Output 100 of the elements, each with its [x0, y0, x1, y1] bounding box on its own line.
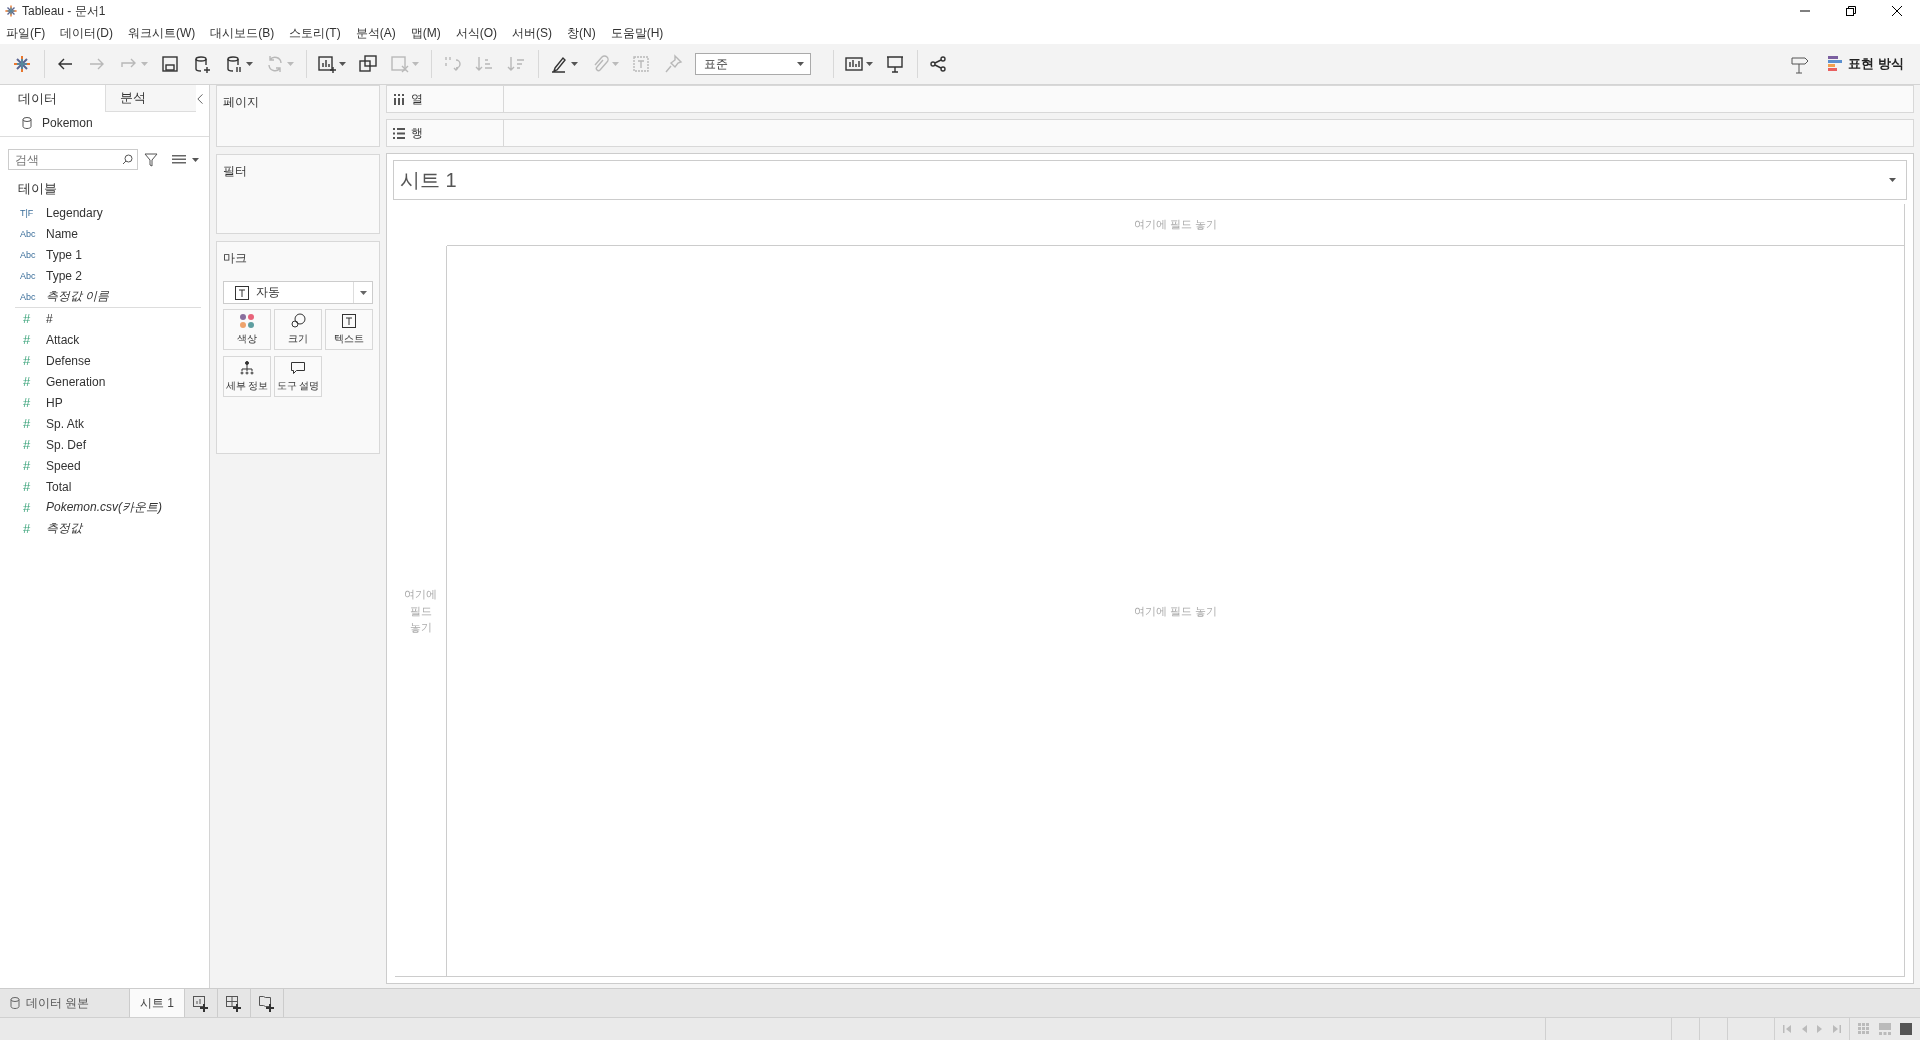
- field-name[interactable]: HP: [46, 395, 63, 410]
- menu-item[interactable]: 분석(A): [355, 24, 396, 42]
- field-name[interactable]: 측정값 이름: [46, 288, 110, 305]
- mark-type-dropdown[interactable]: 자동: [223, 281, 373, 304]
- menu-item[interactable]: 맵(M): [410, 24, 441, 42]
- field-type-icon: T|F: [20, 207, 46, 218]
- field-type-icon: #: [20, 500, 46, 515]
- list-view-icon[interactable]: [172, 153, 186, 166]
- present-icon[interactable]: [885, 54, 905, 74]
- new-datasource-icon[interactable]: [192, 54, 212, 74]
- field-type-icon: Abc: [20, 270, 46, 281]
- field-type-icon: #: [20, 437, 46, 452]
- field-type-icon: Abc: [20, 291, 46, 302]
- menu-item[interactable]: 서식(O): [455, 24, 497, 42]
- fit-dropdown[interactable]: 표준: [695, 53, 811, 75]
- database-icon: [10, 997, 20, 1009]
- drop-zone-label: 여기에 필드 놓기: [403, 587, 438, 636]
- field-name[interactable]: 측정값: [46, 520, 82, 537]
- menu-item[interactable]: 파일(F): [6, 24, 46, 42]
- field-name[interactable]: Defense: [46, 353, 91, 368]
- field-type-icon: Abc: [20, 228, 46, 239]
- menu-item[interactable]: 도움말(H): [610, 24, 664, 42]
- field-name[interactable]: #: [46, 311, 53, 326]
- menu-item[interactable]: 스토리(T): [289, 24, 341, 42]
- collapse-icon[interactable]: [195, 92, 203, 105]
- field-name[interactable]: Sp. Def: [46, 437, 87, 452]
- new-sheet-icon[interactable]: [317, 54, 337, 74]
- window-title: Tableau - 문서1: [22, 2, 107, 20]
- caret-icon[interactable]: [797, 62, 804, 66]
- bar-chart-icon: [1828, 56, 1843, 72]
- menu-item[interactable]: 서버(S): [512, 24, 552, 42]
- field-type-icon: #: [20, 332, 46, 347]
- caret-icon[interactable]: [866, 62, 873, 66]
- show-me-icon[interactable]: [844, 54, 864, 74]
- app-logo-icon: [4, 4, 18, 18]
- mark-property-button[interactable]: 세부 정보: [223, 356, 271, 397]
- mark-property-button[interactable]: 크기: [274, 309, 322, 350]
- search-field[interactable]: 검색: [8, 149, 138, 170]
- field-name[interactable]: Sp. Atk: [46, 416, 85, 431]
- database-icon: [22, 117, 32, 129]
- card-title: 필터: [223, 164, 247, 178]
- menu-item[interactable]: 창(N): [567, 24, 596, 42]
- show-me-button[interactable]: 표현 방식: [1824, 51, 1908, 77]
- caret-icon[interactable]: [571, 62, 578, 66]
- caret-icon[interactable]: [192, 157, 199, 162]
- search-icon: [122, 154, 133, 165]
- sheet-tab[interactable]: 시트 1: [130, 989, 185, 1017]
- filter-icon[interactable]: [144, 152, 158, 167]
- sheet-title[interactable]: 시트 1: [393, 160, 1907, 200]
- pane-tab[interactable]: 데이터: [0, 85, 105, 112]
- field-type-icon: #: [20, 416, 46, 431]
- field-name[interactable]: Total: [46, 479, 72, 494]
- field-name[interactable]: Speed: [46, 458, 81, 473]
- field-name[interactable]: Generation: [46, 374, 106, 389]
- drop-zone-label: 여기에 필드 놓기: [1133, 217, 1218, 232]
- card-title: 페이지: [223, 95, 259, 109]
- field-name[interactable]: Type 1: [46, 247, 83, 262]
- data-source-name[interactable]: Pokemon: [42, 116, 93, 130]
- field-name[interactable]: Legendary: [46, 205, 103, 220]
- share-icon[interactable]: [928, 54, 948, 74]
- card-title: 마크: [223, 251, 247, 265]
- caret-icon[interactable]: [246, 62, 253, 66]
- highlight-icon[interactable]: [549, 54, 569, 74]
- caret-icon[interactable]: [1889, 178, 1896, 182]
- rows-icon: [393, 127, 405, 139]
- menu-item[interactable]: 대시보드(B): [210, 24, 275, 42]
- logo-icon[interactable]: [12, 54, 32, 74]
- mark-property-button[interactable]: 텍스트: [325, 309, 373, 350]
- shelf-label: 행: [411, 124, 423, 142]
- field-type-icon: #: [20, 395, 46, 410]
- section-heading: 테이블: [17, 180, 58, 198]
- shelf[interactable]: 열: [386, 85, 1914, 113]
- signpost-icon[interactable]: [1790, 54, 1811, 74]
- mark-property-button[interactable]: 도구 설명: [274, 356, 322, 397]
- shelf[interactable]: 행: [386, 119, 1914, 147]
- mark-property-button[interactable]: 색상: [223, 309, 271, 350]
- field-name[interactable]: Pokemon.csv(카운트): [46, 499, 163, 516]
- hierarchy-icon: [239, 360, 255, 376]
- field-type-icon: #: [20, 374, 46, 389]
- field-type-icon: #: [20, 311, 46, 326]
- caret-icon[interactable]: [339, 62, 346, 66]
- pause-icon[interactable]: [224, 54, 244, 74]
- field-name[interactable]: Name: [46, 226, 78, 241]
- shelf-label: 열: [411, 90, 423, 108]
- speech-bubble-icon: [290, 360, 306, 376]
- text-icon: [341, 313, 357, 329]
- field-type-icon: Abc: [20, 249, 46, 260]
- pane-tab[interactable]: 분석: [104, 85, 196, 112]
- menu-item[interactable]: 워크시트(W): [128, 24, 196, 42]
- save-icon[interactable]: [160, 54, 180, 74]
- menu-item[interactable]: 데이터(D): [60, 24, 113, 42]
- field-name[interactable]: Type 2: [46, 268, 83, 283]
- field-type-icon: #: [20, 458, 46, 473]
- drop-zone-label: 여기에 필드 놓기: [1133, 603, 1218, 619]
- color-dots-icon: [239, 313, 255, 329]
- caret-icon[interactable]: [359, 290, 367, 295]
- duplicate-icon[interactable]: [358, 54, 378, 74]
- field-type-icon: #: [20, 479, 46, 494]
- field-name[interactable]: Attack: [46, 332, 80, 347]
- columns-icon: [393, 93, 405, 105]
